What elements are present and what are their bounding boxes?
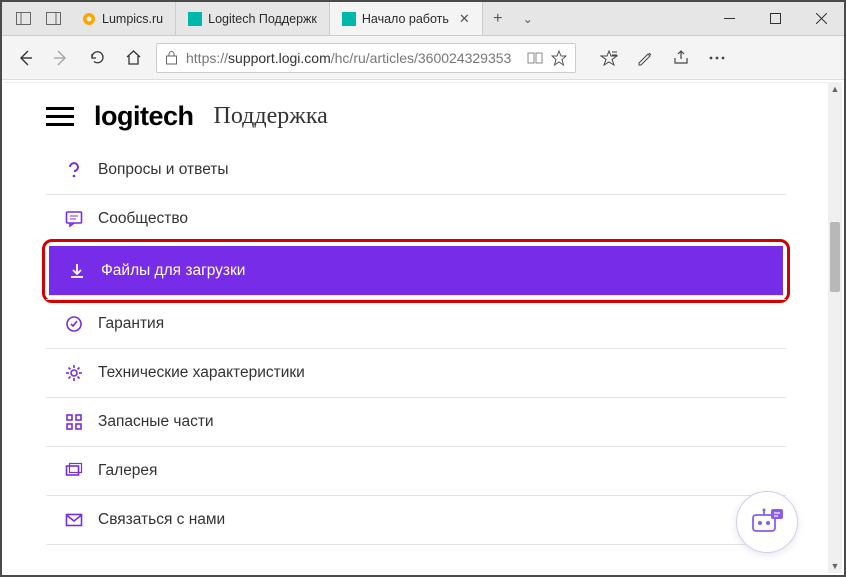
gallery-icon [64,461,84,481]
share-icon[interactable] [672,49,690,67]
tab-getting-started[interactable]: Начало работь ✕ [330,2,483,35]
download-icon [67,261,87,281]
window-titlebar: Lumpics.ru Logitech Поддержк Начало рабо… [2,2,844,36]
menu-item-warranty[interactable]: Гарантия [46,299,786,348]
chat-icon [64,209,84,229]
menu-item-downloads[interactable]: Файлы для загрузки [49,246,783,296]
chatbot-icon [749,505,785,539]
menu-label: Связаться с нами [98,511,225,529]
chat-fab-button[interactable] [736,491,798,553]
tab-logitech-support[interactable]: Logitech Поддержк [176,2,330,35]
menu-item-specs[interactable]: Технические характеристики [46,348,786,397]
menu-label: Файлы для загрузки [101,262,245,280]
tab-label: Lumpics.ru [102,12,163,26]
page-title: Поддержка [214,103,328,130]
url-text: https://support.logi.com/hc/ru/articles/… [186,50,519,66]
tab-chevron-icon[interactable]: ⌄ [513,2,543,35]
gear-icon [64,363,84,383]
close-icon[interactable]: ✕ [459,11,470,27]
notes-icon[interactable] [636,49,654,67]
menu-item-gallery[interactable]: Галерея [46,446,786,495]
tab-aside-icon[interactable] [44,10,62,28]
favicon-logi [188,12,202,26]
favorite-star-icon[interactable] [551,50,567,66]
favicon-lumpics [82,12,96,26]
minimize-button[interactable] [706,2,752,35]
menu-label: Сообщество [98,210,188,228]
shield-icon [64,314,84,334]
scrollbar-thumb[interactable] [830,222,840,292]
forward-button[interactable] [48,45,74,71]
menu-item-spare-parts[interactable]: Запасные части [46,397,786,446]
menu-label: Гарантия [98,315,164,333]
tab-label: Logitech Поддержк [208,12,317,26]
scroll-up-icon[interactable]: ▲ [828,82,842,96]
question-icon [64,160,84,180]
maximize-button[interactable] [752,2,798,35]
more-icon[interactable] [708,55,726,61]
grid-icon [64,412,84,432]
logitech-logo[interactable]: logitech [94,101,194,132]
tab-label: Начало работь [362,12,449,26]
tab-layout-icon[interactable] [14,10,32,28]
favicon-logi [342,12,356,26]
back-button[interactable] [12,45,38,71]
new-tab-button[interactable]: + [483,2,513,35]
browser-toolbar: https://support.logi.com/hc/ru/articles/… [2,36,844,80]
tab-lumpics[interactable]: Lumpics.ru [70,2,176,35]
close-window-button[interactable] [798,2,844,35]
menu-label: Галерея [98,462,157,480]
mail-icon [64,510,84,530]
highlight-annotation: Файлы для загрузки [42,239,790,303]
scroll-down-icon[interactable]: ▼ [828,559,842,573]
menu-label: Технические характеристики [98,364,305,382]
vertical-scrollbar[interactable]: ▲ ▼ [828,82,842,573]
support-menu: Вопросы и ответы Сообщество Файлы для за… [46,146,786,545]
menu-label: Запасные части [98,413,214,431]
menu-label: Вопросы и ответы [98,161,229,179]
home-button[interactable] [120,45,146,71]
hamburger-icon[interactable] [46,107,74,126]
site-header: logitech Поддержка [28,101,804,146]
lock-icon [165,50,178,65]
address-bar[interactable]: https://support.logi.com/hc/ru/articles/… [156,43,576,73]
menu-item-community[interactable]: Сообщество [46,194,786,243]
menu-item-faq[interactable]: Вопросы и ответы [46,146,786,194]
favorites-icon[interactable] [600,50,618,66]
menu-item-contact[interactable]: Связаться с нами [46,495,786,545]
page-viewport: logitech Поддержка Вопросы и ответы Сооб… [4,82,828,573]
reading-view-icon[interactable] [527,51,543,65]
tab-strip: Lumpics.ru Logitech Поддержк Начало рабо… [70,2,706,35]
refresh-button[interactable] [84,45,110,71]
